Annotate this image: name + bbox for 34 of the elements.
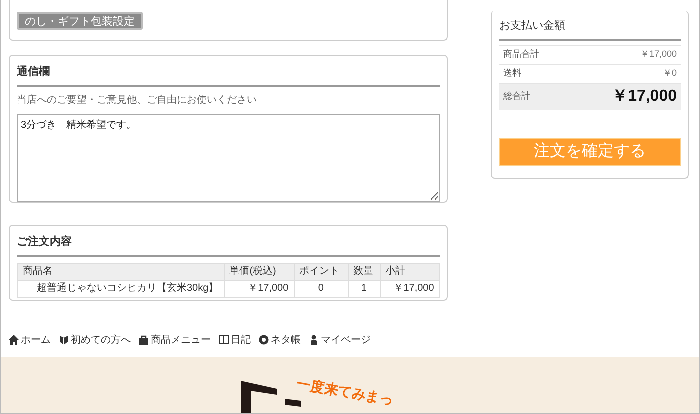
footer-link[interactable]: マイページ: [309, 332, 371, 348]
summary-label: 総合計: [503, 90, 530, 103]
column-header: 小計: [380, 263, 440, 280]
section-title: 通信欄: [17, 64, 440, 86]
summary-label: 送料: [503, 66, 522, 80]
footer-link[interactable]: 商品メニュー: [139, 332, 211, 348]
footer-link[interactable]: 初めての方へ: [59, 332, 131, 348]
bag-icon: [139, 335, 149, 345]
message-field[interactable]: 3分づき 精米希望です。: [17, 114, 440, 202]
column-header: ポイント: [294, 263, 348, 280]
section-title: ご注文内容: [17, 234, 440, 256]
table-cell: ￥17,000: [224, 280, 294, 297]
table-cell: ￥17,000: [380, 280, 440, 297]
summary-amount: ￥0: [662, 66, 677, 80]
person-icon: [309, 335, 319, 345]
footer-link[interactable]: ホーム: [9, 332, 51, 348]
hint-text: 当店へのご要望・ご意見他、ご自由にお使いください: [17, 94, 258, 108]
table-cell: 1: [348, 280, 380, 297]
banner-tagline: 一度来てみまっ: [295, 374, 396, 410]
table-cell: 超普通じゃないコシヒカリ【玄米30kg】: [18, 280, 224, 297]
footer-link[interactable]: ネタ帳: [259, 332, 301, 348]
section-title: お支払い金額: [499, 18, 681, 40]
summary-amount: ￥17,000: [640, 48, 677, 61]
column-header: 単価(税込): [224, 263, 294, 280]
badge-icon: [259, 335, 269, 345]
column-header: 数量: [348, 263, 380, 280]
summary-label: 商品合計: [503, 48, 540, 61]
column-header: 商品名: [18, 263, 224, 280]
table-cell: 0: [294, 280, 348, 297]
footer-link[interactable]: 日記: [219, 332, 251, 348]
total-amount: ￥17,000: [612, 86, 677, 106]
book-icon: [219, 335, 229, 345]
leaf-mark-icon: [59, 335, 69, 345]
home-icon: [9, 335, 19, 345]
